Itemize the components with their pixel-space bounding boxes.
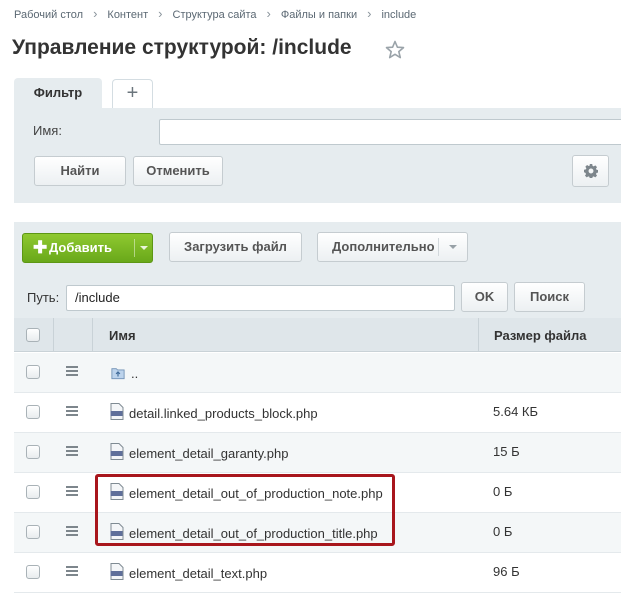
path-label: Путь: bbox=[27, 290, 60, 305]
search-button[interactable]: Поиск bbox=[514, 282, 585, 312]
column-divider bbox=[92, 318, 93, 352]
add-button[interactable]: ✚ Добавить bbox=[22, 233, 153, 263]
filter-body: Имя: Найти Отменить bbox=[14, 108, 621, 203]
hamburger-icon[interactable] bbox=[66, 486, 78, 496]
cancel-button[interactable]: Отменить bbox=[133, 156, 223, 186]
more-actions-divider bbox=[438, 238, 439, 256]
file-size: 15 Б bbox=[493, 444, 520, 459]
table-row[interactable]: element_detail_out_of_production_title.p… bbox=[14, 513, 621, 553]
tab-filter[interactable]: Фильтр bbox=[14, 78, 102, 108]
file-name[interactable]: element_detail_out_of_production_title.p… bbox=[129, 526, 378, 541]
folder-up-icon bbox=[111, 368, 125, 380]
page-title: Управление структурой: /include bbox=[12, 36, 352, 59]
chevron-down-icon bbox=[449, 245, 457, 249]
star-icon[interactable] bbox=[385, 40, 405, 60]
table-row[interactable]: element_detail_garanty.php 15 Б bbox=[14, 433, 621, 473]
row-checkbox[interactable] bbox=[26, 565, 40, 579]
plus-icon: ✚ bbox=[33, 238, 48, 257]
breadcrumb-item-desktop[interactable]: Рабочий стол bbox=[14, 9, 83, 21]
more-actions-button[interactable]: Дополнительно bbox=[317, 232, 468, 262]
table-row[interactable]: .. bbox=[14, 353, 621, 393]
name-filter-input[interactable] bbox=[159, 119, 621, 145]
select-all-checkbox[interactable] bbox=[26, 328, 40, 342]
file-name[interactable]: .. bbox=[131, 366, 138, 381]
column-divider bbox=[53, 318, 54, 352]
file-name[interactable]: element_detail_out_of_production_note.ph… bbox=[129, 486, 383, 501]
hamburger-icon[interactable] bbox=[66, 406, 78, 416]
add-button-label: Добавить bbox=[49, 240, 112, 255]
add-filter-tab-button[interactable]: + bbox=[112, 79, 153, 108]
row-checkbox[interactable] bbox=[26, 485, 40, 499]
column-header-size[interactable]: Размер файла bbox=[494, 328, 587, 343]
ok-button[interactable]: OK bbox=[461, 282, 508, 312]
upload-file-button[interactable]: Загрузить файл bbox=[169, 232, 302, 262]
breadcrumb-separator-icon: › bbox=[367, 6, 372, 21]
table-row[interactable]: detail.linked_products_block.php 5.64 КБ bbox=[14, 393, 621, 433]
name-label: Имя: bbox=[33, 123, 62, 138]
hamburger-icon[interactable] bbox=[66, 566, 78, 576]
php-file-icon bbox=[110, 523, 124, 540]
more-actions-label: Дополнительно bbox=[332, 239, 435, 254]
file-name[interactable]: element_detail_text.php bbox=[129, 566, 267, 581]
table-header: Имя Размер файла bbox=[14, 318, 621, 352]
breadcrumb-separator-icon: › bbox=[266, 6, 271, 21]
table-row[interactable]: element_detail_text.php 96 Б bbox=[14, 553, 621, 593]
hamburger-icon[interactable] bbox=[66, 446, 78, 456]
breadcrumb-item-files-folders[interactable]: Файлы и папки bbox=[281, 9, 357, 21]
file-size: 0 Б bbox=[493, 524, 513, 539]
path-input[interactable]: /include bbox=[66, 285, 455, 311]
column-header-name[interactable]: Имя bbox=[109, 328, 136, 343]
file-name[interactable]: detail.linked_products_block.php bbox=[129, 406, 318, 421]
breadcrumb-item-include[interactable]: include bbox=[381, 9, 416, 21]
breadcrumb-item-site-structure[interactable]: Структура сайта bbox=[173, 9, 257, 21]
file-size: 5.64 КБ bbox=[493, 404, 539, 419]
add-button-divider bbox=[134, 239, 135, 257]
filter-panel: Фильтр + Имя: Найти Отменить bbox=[14, 78, 621, 203]
row-checkbox[interactable] bbox=[26, 405, 40, 419]
file-size: 0 Б bbox=[493, 484, 513, 499]
find-button[interactable]: Найти bbox=[34, 156, 126, 186]
toolbar: ✚ Добавить Загрузить файл Дополнительно … bbox=[14, 222, 621, 318]
hamburger-icon[interactable] bbox=[66, 366, 78, 376]
php-file-icon bbox=[110, 563, 124, 580]
column-divider bbox=[478, 318, 479, 352]
breadcrumb: Рабочий стол › Контент › Структура сайта › Фай… bbox=[14, 6, 416, 21]
breadcrumb-separator-icon: › bbox=[93, 6, 98, 21]
row-checkbox[interactable] bbox=[26, 445, 40, 459]
file-size: 96 Б bbox=[493, 564, 520, 579]
filter-settings-button[interactable] bbox=[572, 155, 609, 187]
row-checkbox[interactable] bbox=[26, 525, 40, 539]
table-row[interactable]: element_detail_out_of_production_note.ph… bbox=[14, 473, 621, 513]
php-file-icon bbox=[110, 403, 124, 420]
file-name[interactable]: element_detail_garanty.php bbox=[129, 446, 289, 461]
php-file-icon bbox=[110, 443, 124, 460]
chevron-down-icon[interactable] bbox=[140, 246, 148, 250]
php-file-icon bbox=[110, 483, 124, 500]
breadcrumb-separator-icon: › bbox=[158, 6, 163, 21]
gear-icon bbox=[583, 164, 598, 179]
breadcrumb-item-content[interactable]: Контент bbox=[107, 9, 148, 21]
row-checkbox[interactable] bbox=[26, 365, 40, 379]
hamburger-icon[interactable] bbox=[66, 526, 78, 536]
